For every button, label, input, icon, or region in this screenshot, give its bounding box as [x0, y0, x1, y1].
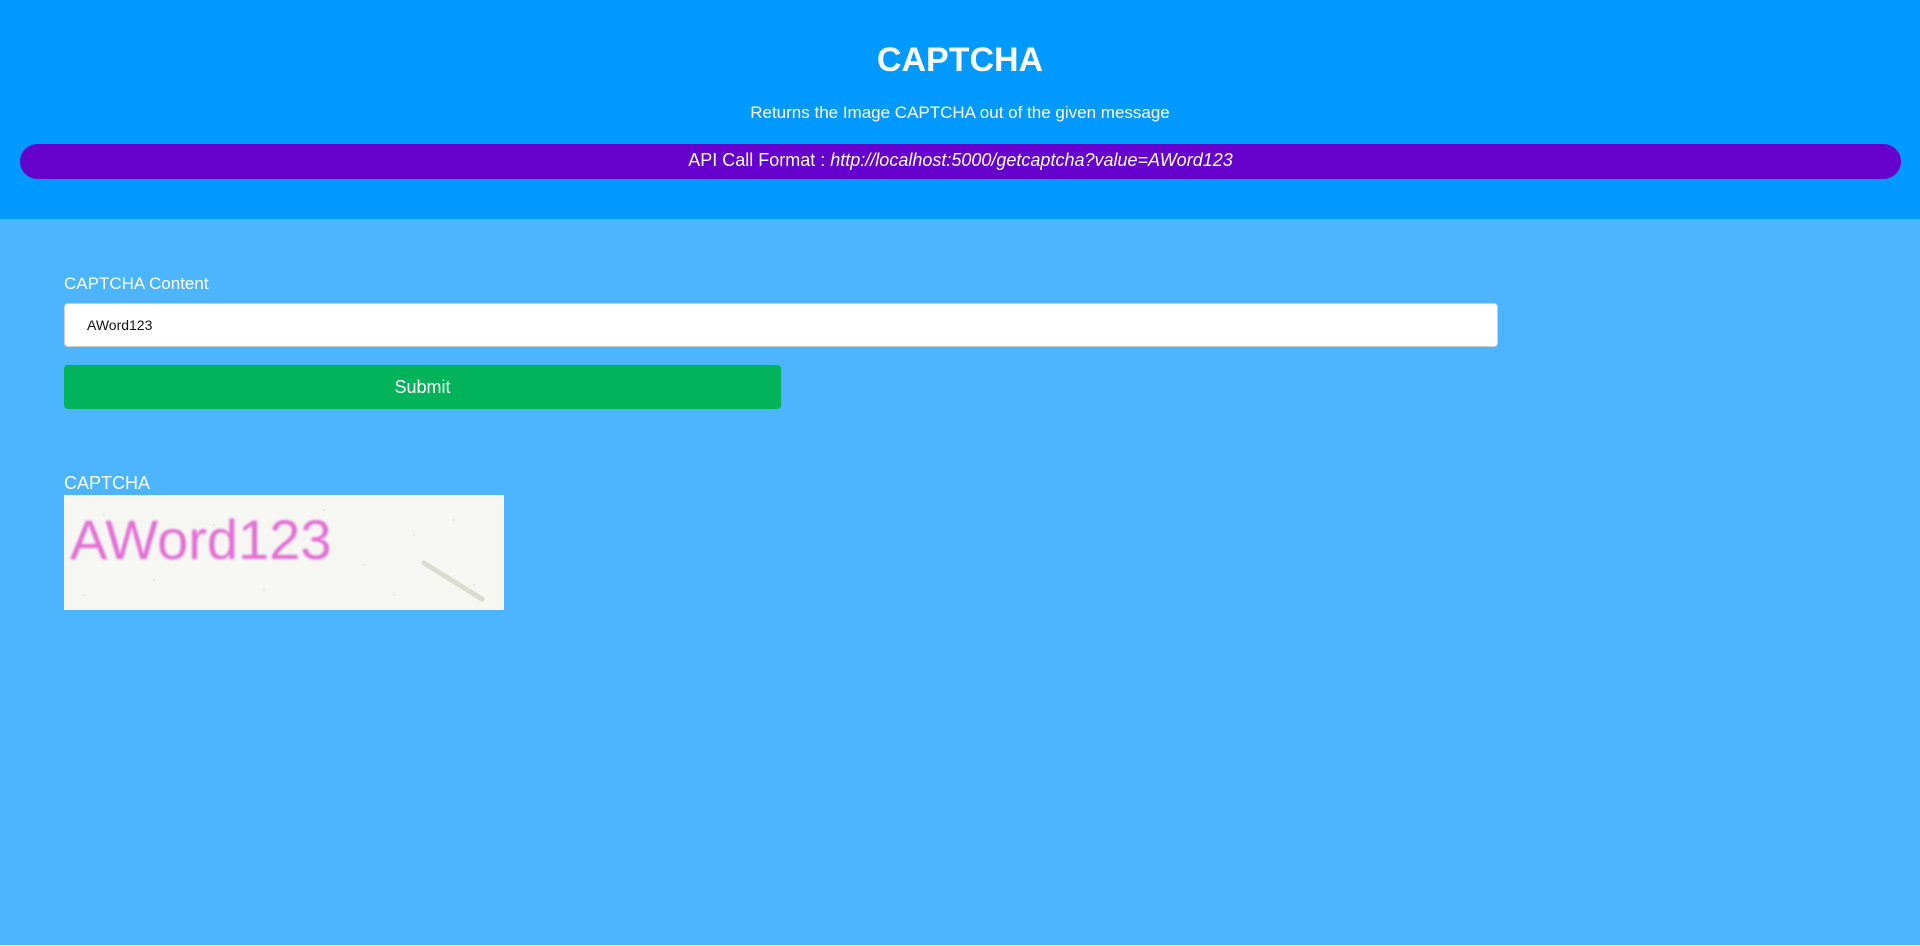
api-format-label: API Call Format : [688, 150, 831, 170]
page-title: CAPTCHA [876, 41, 1044, 79]
api-format-banner: API Call Format : http://localhost:5000/… [20, 144, 1901, 179]
captcha-content-input[interactable] [64, 303, 1498, 347]
captcha-image: AWord123 [64, 495, 504, 610]
api-format-url: http://localhost:5000/getcaptcha?value=A… [830, 150, 1233, 170]
main-content: CAPTCHA Content Submit CAPTCHA AWord123 [0, 219, 1920, 945]
captcha-content-label: CAPTCHA Content [64, 274, 209, 293]
captcha-result-label: CAPTCHA [64, 473, 151, 493]
page-subtitle: Returns the Image CAPTCHA out of the giv… [750, 103, 1170, 122]
submit-button[interactable]: Submit [64, 365, 781, 409]
page-header: CAPTCHA Returns the Image CAPTCHA out of… [0, 0, 1920, 219]
captcha-image-text: AWord123 [70, 508, 332, 571]
